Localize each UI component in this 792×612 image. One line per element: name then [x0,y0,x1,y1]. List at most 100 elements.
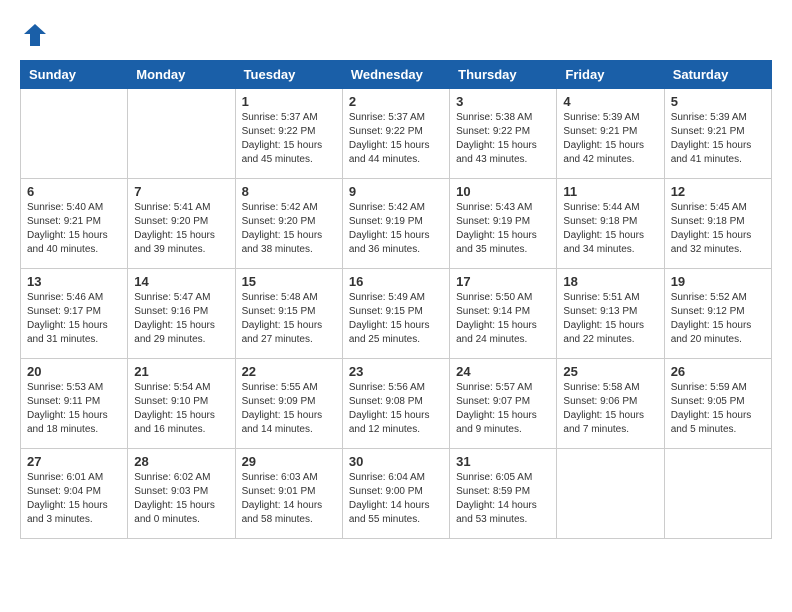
calendar-cell: 4 Sunrise: 5:39 AM Sunset: 9:21 PM Daylig… [557,89,664,179]
day-info: Sunrise: 5:47 AM Sunset: 9:16 PM Dayligh… [134,291,228,347]
calendar-week-row: 13 Sunrise: 5:46 AM Sunset: 9:17 PM Dayli… [21,269,772,359]
calendar-cell: 13 Sunrise: 5:46 AM Sunset: 9:17 PM Dayli… [21,269,128,359]
day-info: Sunrise: 6:01 AM Sunset: 9:04 PM Dayligh… [27,471,121,527]
day-info: Sunrise: 5:37 AM Sunset: 9:22 PM Dayligh… [242,111,336,167]
day-number: 19 [671,274,765,289]
day-info: Sunrise: 6:02 AM Sunset: 9:03 PM Dayligh… [134,471,228,527]
day-number: 17 [456,274,550,289]
day-number: 18 [563,274,657,289]
calendar-cell: 10 Sunrise: 5:43 AM Sunset: 9:19 PM Dayli… [450,179,557,269]
day-of-week-header: Friday [557,61,664,89]
day-info: Sunrise: 5:53 AM Sunset: 9:11 PM Dayligh… [27,381,121,437]
calendar-week-row: 20 Sunrise: 5:53 AM Sunset: 9:11 PM Dayli… [21,359,772,449]
calendar-cell: 8Sunrise: 5:42 AM Sunset: 9:20 PM Daylig… [235,179,342,269]
day-of-week-header: Thursday [450,61,557,89]
calendar-week-row: 27 Sunrise: 6:01 AM Sunset: 9:04 PM Dayli… [21,449,772,539]
day-number: 1 [242,94,336,109]
calendar-cell: 18 Sunrise: 5:51 AM Sunset: 9:13 PM Dayli… [557,269,664,359]
day-info: Sunrise: 5:52 AM Sunset: 9:12 PM Dayligh… [671,291,765,347]
calendar-cell: 30 Sunrise: 6:04 AM Sunset: 9:00 PM Dayli… [342,449,449,539]
day-info: Sunrise: 5:50 AM Sunset: 9:14 PM Dayligh… [456,291,550,347]
day-number: 22 [242,364,336,379]
day-of-week-header: Monday [128,61,235,89]
calendar-cell: 12 Sunrise: 5:45 AM Sunset: 9:18 PM Dayli… [664,179,771,269]
calendar-cell: 9Sunrise: 5:42 AM Sunset: 9:19 PM Daylig… [342,179,449,269]
day-info: Sunrise: 5:40 AM Sunset: 9:21 PM Dayligh… [27,201,121,257]
day-info: Sunrise: 5:43 AM Sunset: 9:19 PM Dayligh… [456,201,550,257]
day-info: Sunrise: 5:56 AM Sunset: 9:08 PM Dayligh… [349,381,443,437]
calendar-cell: 21 Sunrise: 5:54 AM Sunset: 9:10 PM Dayli… [128,359,235,449]
day-info: Sunrise: 5:39 AM Sunset: 9:21 PM Dayligh… [671,111,765,167]
day-info: Sunrise: 6:04 AM Sunset: 9:00 PM Dayligh… [349,471,443,527]
day-number: 28 [134,454,228,469]
day-info: Sunrise: 5:54 AM Sunset: 9:10 PM Dayligh… [134,381,228,437]
day-number: 23 [349,364,443,379]
day-info: Sunrise: 5:38 AM Sunset: 9:22 PM Dayligh… [456,111,550,167]
day-number: 12 [671,184,765,199]
day-info: Sunrise: 5:49 AM Sunset: 9:15 PM Dayligh… [349,291,443,347]
day-number: 21 [134,364,228,379]
day-number: 2 [349,94,443,109]
day-of-week-header: Wednesday [342,61,449,89]
day-number: 24 [456,364,550,379]
calendar-cell: 16 Sunrise: 5:49 AM Sunset: 9:15 PM Dayli… [342,269,449,359]
day-number: 13 [27,274,121,289]
day-number: 3 [456,94,550,109]
day-number: 25 [563,364,657,379]
day-info: Sunrise: 6:05 AM Sunset: 8:59 PM Dayligh… [456,471,550,527]
day-number: 5 [671,94,765,109]
calendar-cell: 17 Sunrise: 5:50 AM Sunset: 9:14 PM Dayli… [450,269,557,359]
day-number: 10 [456,184,550,199]
calendar-cell: 20 Sunrise: 5:53 AM Sunset: 9:11 PM Dayli… [21,359,128,449]
page-header [20,20,772,50]
day-info: Sunrise: 5:48 AM Sunset: 9:15 PM Dayligh… [242,291,336,347]
calendar-cell [21,89,128,179]
day-info: Sunrise: 5:42 AM Sunset: 9:19 PM Dayligh… [349,201,443,257]
calendar-cell: 26 Sunrise: 5:59 AM Sunset: 9:05 PM Dayli… [664,359,771,449]
day-of-week-header: Saturday [664,61,771,89]
day-number: 30 [349,454,443,469]
calendar-cell: 15Sunrise: 5:48 AM Sunset: 9:15 PM Dayli… [235,269,342,359]
calendar-cell: 6 Sunrise: 5:40 AM Sunset: 9:21 PM Daylig… [21,179,128,269]
day-info: Sunrise: 5:45 AM Sunset: 9:18 PM Dayligh… [671,201,765,257]
calendar-cell: 7Sunrise: 5:41 AM Sunset: 9:20 PM Daylig… [128,179,235,269]
day-number: 31 [456,454,550,469]
day-number: 6 [27,184,121,199]
day-info: Sunrise: 5:55 AM Sunset: 9:09 PM Dayligh… [242,381,336,437]
day-number: 26 [671,364,765,379]
day-info: Sunrise: 5:57 AM Sunset: 9:07 PM Dayligh… [456,381,550,437]
calendar-week-row: 1 Sunrise: 5:37 AM Sunset: 9:22 PM Daylig… [21,89,772,179]
calendar-week-row: 6 Sunrise: 5:40 AM Sunset: 9:21 PM Daylig… [21,179,772,269]
day-number: 27 [27,454,121,469]
day-number: 20 [27,364,121,379]
day-number: 16 [349,274,443,289]
calendar-cell: 28 Sunrise: 6:02 AM Sunset: 9:03 PM Dayli… [128,449,235,539]
day-info: Sunrise: 5:46 AM Sunset: 9:17 PM Dayligh… [27,291,121,347]
day-number: 11 [563,184,657,199]
calendar-cell: 23 Sunrise: 5:56 AM Sunset: 9:08 PM Dayli… [342,359,449,449]
day-info: Sunrise: 5:58 AM Sunset: 9:06 PM Dayligh… [563,381,657,437]
day-number: 14 [134,274,228,289]
calendar-cell: 29Sunrise: 6:03 AM Sunset: 9:01 PM Dayli… [235,449,342,539]
calendar-cell: 27 Sunrise: 6:01 AM Sunset: 9:04 PM Dayli… [21,449,128,539]
calendar-cell: 24 Sunrise: 5:57 AM Sunset: 9:07 PM Dayli… [450,359,557,449]
day-info: Sunrise: 5:59 AM Sunset: 9:05 PM Dayligh… [671,381,765,437]
calendar-cell: 5 Sunrise: 5:39 AM Sunset: 9:21 PM Daylig… [664,89,771,179]
day-info: Sunrise: 5:41 AM Sunset: 9:20 PM Dayligh… [134,201,228,257]
day-number: 4 [563,94,657,109]
calendar-cell: 3 Sunrise: 5:38 AM Sunset: 9:22 PM Daylig… [450,89,557,179]
calendar-table: SundayMondayTuesdayWednesdayThursdayFrid… [20,60,772,539]
calendar-header-row: SundayMondayTuesdayWednesdayThursdayFrid… [21,61,772,89]
calendar-cell: 1 Sunrise: 5:37 AM Sunset: 9:22 PM Daylig… [235,89,342,179]
day-info: Sunrise: 5:39 AM Sunset: 9:21 PM Dayligh… [563,111,657,167]
day-number: 29 [242,454,336,469]
day-info: Sunrise: 5:42 AM Sunset: 9:20 PM Dayligh… [242,201,336,257]
logo [20,20,54,50]
calendar-cell: 14 Sunrise: 5:47 AM Sunset: 9:16 PM Dayli… [128,269,235,359]
calendar-cell: 22 Sunrise: 5:55 AM Sunset: 9:09 PM Dayli… [235,359,342,449]
calendar-cell [664,449,771,539]
calendar-cell [128,89,235,179]
logo-icon [20,20,50,50]
calendar-cell: 2Sunrise: 5:37 AM Sunset: 9:22 PM Daylig… [342,89,449,179]
day-info: Sunrise: 5:51 AM Sunset: 9:13 PM Dayligh… [563,291,657,347]
